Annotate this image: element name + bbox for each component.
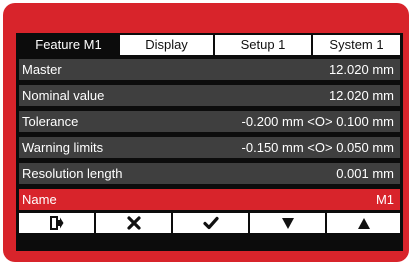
exit-icon xyxy=(49,216,64,230)
row-tolerance[interactable]: Tolerance -0.200 mm <O> 0.100 mm xyxy=(19,111,400,132)
tab-system[interactable]: System 1 xyxy=(313,35,400,55)
row-label: Resolution length xyxy=(22,166,123,181)
tab-feature[interactable]: Feature M1 xyxy=(19,35,118,55)
row-master[interactable]: Master 12.020 mm xyxy=(19,59,400,80)
exit-button[interactable] xyxy=(19,213,94,233)
row-value: 12.020 mm xyxy=(328,88,394,103)
row-name[interactable]: Name M1 xyxy=(19,189,400,210)
row-resolution-length[interactable]: Resolution length 0.001 mm xyxy=(19,163,400,184)
row-label: Nominal value xyxy=(22,88,105,103)
arrow-down-icon xyxy=(281,217,295,230)
cancel-button[interactable] xyxy=(96,213,171,233)
down-button[interactable] xyxy=(250,213,325,233)
up-button[interactable] xyxy=(327,213,400,233)
row-value: M1 xyxy=(375,192,394,207)
row-value: -0.150 mm <O> 0.050 mm xyxy=(241,140,394,155)
row-value: 12.020 mm xyxy=(328,62,394,77)
row-nominal-value[interactable]: Nominal value 12.020 mm xyxy=(19,85,400,106)
tab-display[interactable]: Display xyxy=(120,35,213,55)
confirm-check-icon xyxy=(202,216,219,230)
row-label: Name xyxy=(22,192,57,207)
softkey-toolbar xyxy=(16,213,403,251)
tab-bar: Feature M1 Display Setup 1 System 1 xyxy=(16,33,403,57)
tab-setup[interactable]: Setup 1 xyxy=(215,35,311,55)
row-label: Master xyxy=(22,62,62,77)
row-warning-limits[interactable]: Warning limits -0.150 mm <O> 0.050 mm xyxy=(19,137,400,158)
cancel-x-icon xyxy=(126,216,141,230)
row-value: 0.001 mm xyxy=(336,166,394,181)
row-label: Tolerance xyxy=(22,114,79,129)
arrow-up-icon xyxy=(357,217,371,230)
display-screen: Feature M1 Display Setup 1 System 1 Mast… xyxy=(16,33,403,251)
row-label: Warning limits xyxy=(22,140,104,155)
confirm-button[interactable] xyxy=(173,213,248,233)
row-value: -0.200 mm <O> 0.100 mm xyxy=(241,114,394,129)
device-frame: Feature M1 Display Setup 1 System 1 Mast… xyxy=(3,3,409,262)
